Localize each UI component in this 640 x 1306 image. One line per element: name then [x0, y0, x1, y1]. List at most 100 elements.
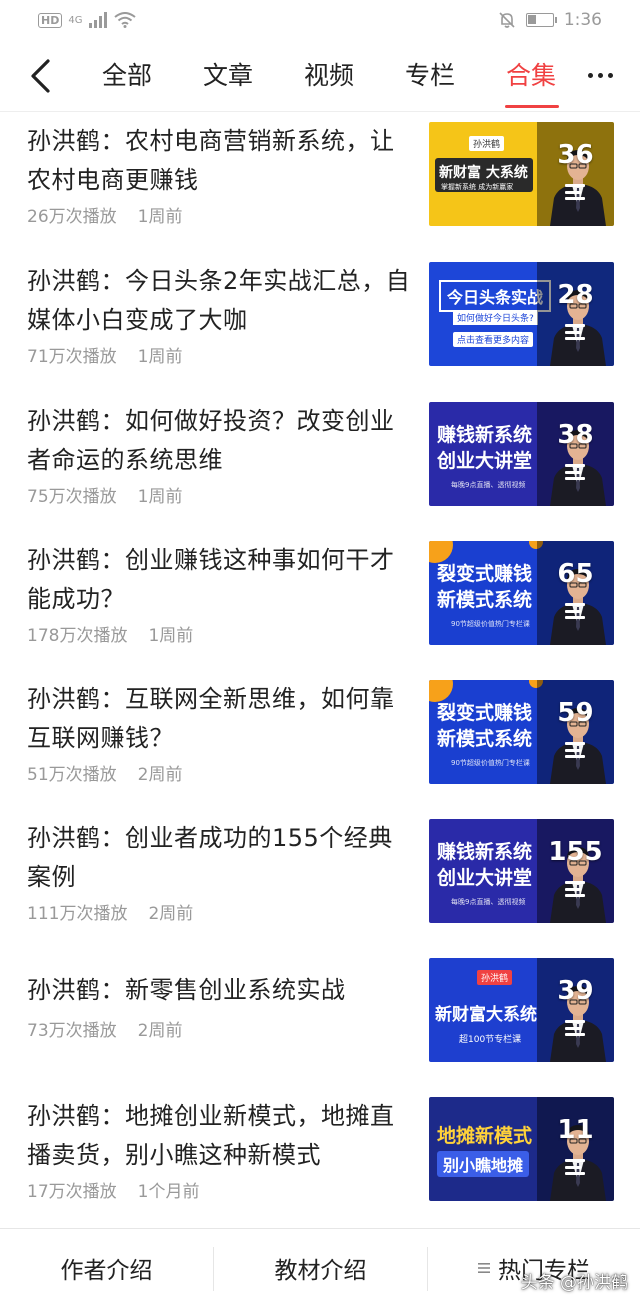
episode-count: 11: [557, 1115, 594, 1145]
thumbnail-headline-2: 新模式系统: [437, 589, 533, 611]
play-count: 26万次播放: [27, 207, 117, 227]
collection-item[interactable]: 孙洪鹤：新零售创业系统实战 73万次播放 2周前 孙洪鹤新财富大系统超100节专栏课 3…: [0, 948, 640, 1087]
play-count: 71万次播放: [27, 347, 117, 367]
playlist-icon-line: [565, 894, 585, 897]
collection-item[interactable]: 孙洪鹤：如何做好投资？改变创业者命运的系统思维 75万次播放 1周前 赚钱新系统 创业大…: [0, 392, 640, 531]
thumbnail-tag: 孙洪鹤: [477, 970, 513, 985]
tab-bar: 全部 文章 视频 专栏 合集: [78, 40, 578, 112]
menu-icon: [478, 1263, 490, 1273]
video-thumbnail[interactable]: 裂变式赚钱 新模式系统 90节超级价值热门专栏课 65: [429, 541, 614, 645]
material-intro-button[interactable]: 教材介绍: [214, 1229, 427, 1306]
battery-level: [527, 15, 536, 24]
playlist-icon: [565, 603, 585, 619]
playlist-icon-line: [565, 1159, 585, 1162]
item-title[interactable]: 孙洪鹤：新零售创业系统实战: [27, 971, 417, 1010]
more-dot: [597, 72, 603, 78]
item-title[interactable]: 孙洪鹤：创业赚钱这种事如何干才能成功？: [27, 541, 417, 619]
more-dot: [587, 72, 593, 78]
item-meta: 178万次播放 1周前: [27, 621, 193, 646]
publish-time: 2周前: [137, 1021, 183, 1041]
publish-time: 2周前: [148, 904, 194, 924]
clock: 1:36: [563, 10, 602, 30]
thumbnail-headline-2: 创业大讲堂: [437, 867, 533, 889]
video-thumbnail[interactable]: 今日头条实战 如何做好今日头条? 点击查看更多内容 28: [429, 262, 614, 366]
thumbnail-headline: 新财富大系统: [435, 1005, 537, 1025]
play-count: 17万次播放: [27, 1182, 117, 1202]
episode-count: 28: [557, 280, 594, 310]
collection-item[interactable]: 孙洪鹤：今日头条2年实战汇总，自媒体小白变成了大咖 71万次播放 1周前 今日头条实战…: [0, 252, 640, 391]
thumbnail-headline: 裂变式赚钱: [437, 563, 533, 585]
play-count: 73万次播放: [27, 1021, 117, 1041]
item-title[interactable]: 孙洪鹤：农村电商营销新系统，让农村电商更赚钱: [27, 122, 417, 200]
playlist-icon-line: [565, 1165, 581, 1169]
more-dot: [607, 72, 613, 78]
author-intro-button[interactable]: 作者介绍: [0, 1229, 213, 1306]
bottom-bar: 作者介绍 教材介绍 热门专栏: [0, 1228, 640, 1306]
collection-item[interactable]: 孙洪鹤：创业赚钱这种事如何干才能成功？ 178万次播放 1周前 裂变式赚钱 新模式系统 9…: [0, 531, 640, 670]
status-left: HD 4G: [38, 12, 137, 28]
video-thumbnail[interactable]: 新财富 大系统 掌握新系统 成为新赢家 孙洪鹤 36: [429, 122, 614, 226]
thumbnail-headline-2: 新模式系统: [437, 728, 533, 750]
tab-columns[interactable]: 专栏: [405, 58, 455, 94]
playlist-icon-line: [565, 748, 581, 752]
item-meta: 17万次播放 1个月前: [27, 1177, 199, 1202]
active-tab-indicator: [505, 105, 559, 108]
episode-count: 65: [557, 559, 594, 589]
publish-time: 1周前: [137, 347, 183, 367]
play-count: 111万次播放: [27, 904, 128, 924]
thumbnail-subtitle: 90节超级价值热门专栏课: [451, 759, 530, 767]
video-thumbnail[interactable]: 孙洪鹤新财富大系统超100节专栏课 39: [429, 958, 614, 1062]
playlist-icon-line: [565, 337, 585, 340]
item-title[interactable]: 孙洪鹤：今日头条2年实战汇总，自媒体小白变成了大咖: [27, 262, 417, 340]
tab-collections[interactable]: 合集: [506, 58, 556, 94]
playlist-icon: [565, 464, 585, 480]
collection-item[interactable]: 孙洪鹤：创业者成功的155个经典案例 111万次播放 2周前 赚钱新系统 创业大讲堂 每晚…: [0, 809, 640, 948]
playlist-icon: [565, 742, 585, 758]
episode-count: 39: [557, 976, 594, 1006]
collection-item[interactable]: 孙洪鹤：互联网全新思维，如何靠互联网赚钱？ 51万次播放 2周前 裂变式赚钱 新模式系统…: [0, 670, 640, 809]
thumbnail-headline: 赚钱新系统: [437, 841, 533, 863]
tab-articles[interactable]: 文章: [203, 58, 253, 94]
playlist-icon: [565, 324, 585, 340]
playlist-icon: [565, 1159, 585, 1175]
thumbnail-headline: 地摊新模式: [437, 1125, 533, 1147]
playlist-icon-line: [565, 197, 585, 200]
collection-item[interactable]: 孙洪鹤：农村电商营销新系统，让农村电商更赚钱 26万次播放 1周前 新财富 大系统 掌握…: [0, 112, 640, 251]
playlist-icon-line: [565, 184, 585, 187]
thumbnail-subtitle: 超100节专栏课: [459, 1035, 522, 1045]
playlist-icon-line: [565, 470, 581, 474]
video-thumbnail[interactable]: 裂变式赚钱 新模式系统 90节超级价值热门专栏课 59: [429, 680, 614, 784]
tab-all[interactable]: 全部: [102, 58, 152, 94]
item-title[interactable]: 孙洪鹤：如何做好投资？改变创业者命运的系统思维: [27, 402, 417, 480]
more-button[interactable]: [582, 60, 618, 90]
item-meta: 75万次播放 1周前: [27, 482, 182, 507]
watermark: 头条 @孙洪鹤: [520, 1273, 628, 1293]
item-meta: 26万次播放 1周前: [27, 202, 182, 227]
collection-item[interactable]: 孙洪鹤：地摊创业新模式，地摊直播卖货，别小瞧这种新模式 17万次播放 1个月前 地摊新…: [0, 1087, 640, 1226]
play-count: 178万次播放: [27, 626, 128, 646]
playlist-icon-line: [565, 324, 585, 327]
top-nav: 全部 文章 视频 专栏 合集: [0, 40, 640, 112]
video-thumbnail[interactable]: 赚钱新系统 创业大讲堂 每晚9点直播、透彻视频 38: [429, 402, 614, 506]
mute-bell-icon: [499, 12, 515, 28]
thumbnail-subtitle: 每晚9点直播、透彻视频: [451, 481, 526, 489]
publish-time: 1周前: [137, 207, 183, 227]
item-title[interactable]: 孙洪鹤：地摊创业新模式，地摊直播卖货，别小瞧这种新模式: [27, 1097, 417, 1175]
episode-count: 59: [557, 698, 594, 728]
playlist-icon: [565, 184, 585, 200]
playlist-icon-line: [565, 887, 581, 891]
video-thumbnail[interactable]: 赚钱新系统 创业大讲堂 每晚9点直播、透彻视频 155: [429, 819, 614, 923]
author-intro-label: 作者介绍: [60, 1258, 153, 1284]
back-button[interactable]: [20, 54, 60, 98]
item-title[interactable]: 孙洪鹤：创业者成功的155个经典案例: [27, 819, 417, 897]
playlist-icon-line: [565, 1020, 585, 1023]
tab-videos[interactable]: 视频: [304, 58, 354, 94]
episode-count: 155: [548, 837, 603, 867]
playlist-icon-line: [565, 616, 585, 619]
status-bar: HD 4G 1:36: [0, 0, 640, 40]
item-title[interactable]: 孙洪鹤：互联网全新思维，如何靠互联网赚钱？: [27, 680, 417, 758]
video-thumbnail[interactable]: 地摊新模式 别小瞧地摊 11: [429, 1097, 614, 1201]
thumbnail-subtitle: 如何做好今日头条?: [453, 310, 538, 325]
thumbnail-tag: 孙洪鹤: [469, 136, 505, 151]
playlist-icon: [565, 881, 585, 897]
